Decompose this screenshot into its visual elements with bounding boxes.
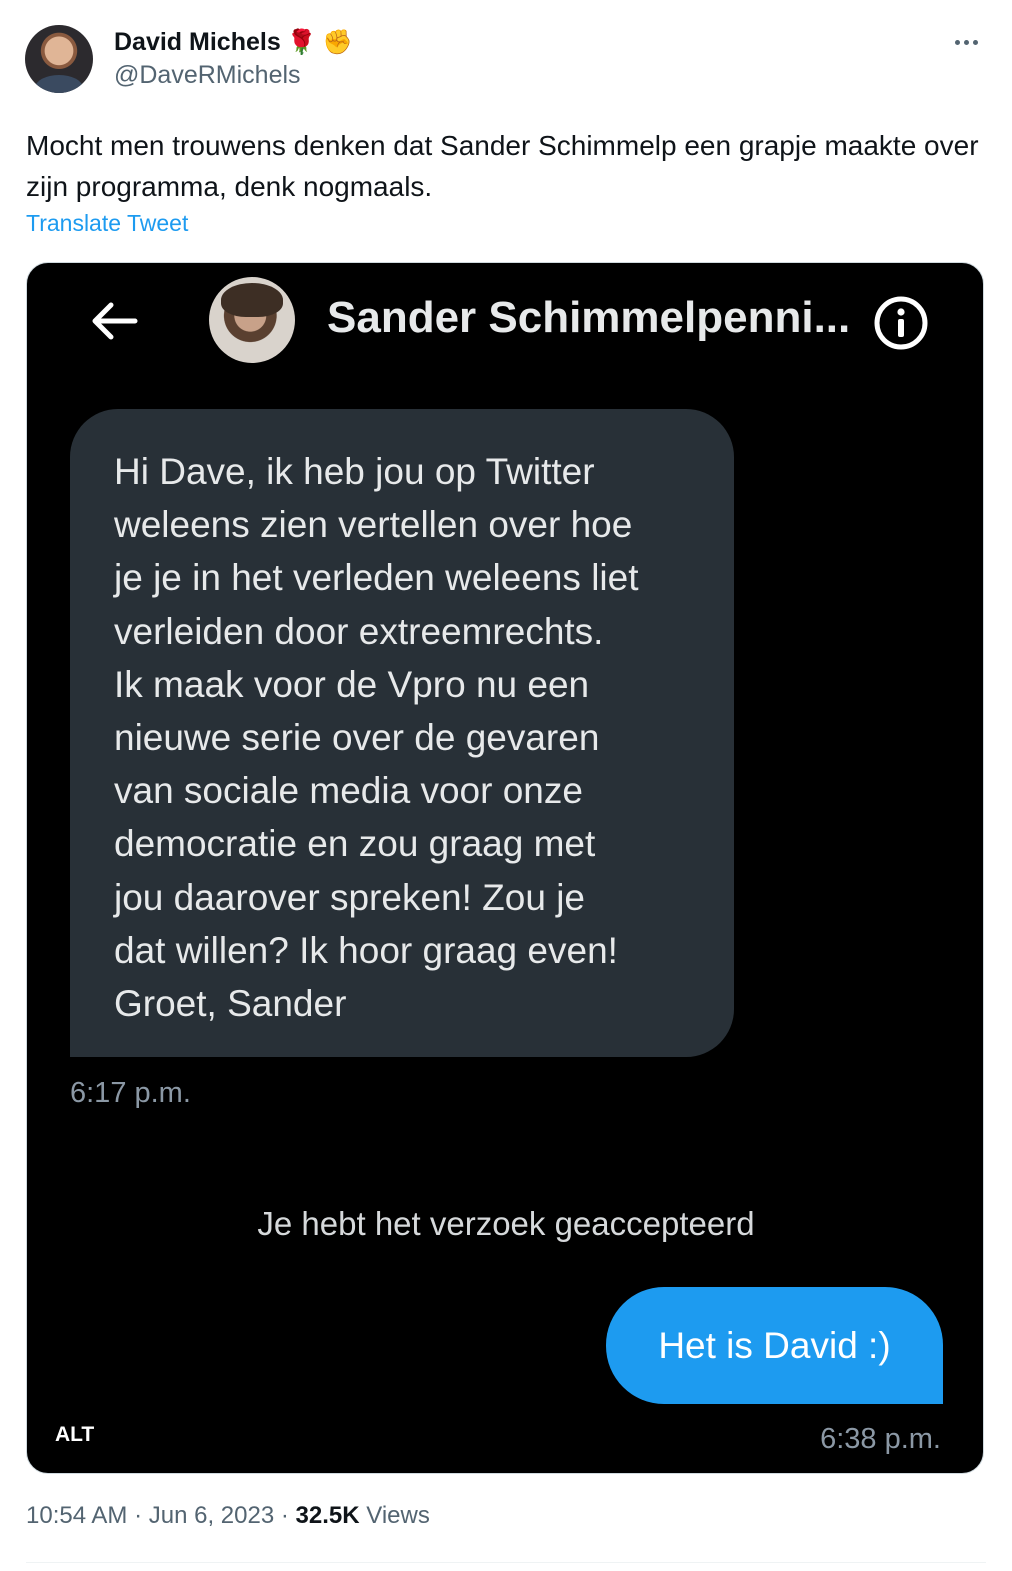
author-avatar[interactable] — [25, 25, 93, 93]
tweet-time[interactable]: 10:54 AM — [26, 1502, 127, 1529]
author-display-name[interactable]: David Michels — [114, 28, 281, 57]
meta-separator: · — [280, 1502, 289, 1529]
request-accepted-notice: Je hebt het verzoek geaccepteerd — [257, 1205, 755, 1242]
author-handle[interactable]: @DaveRMichels — [114, 61, 301, 90]
tweet-text: Mocht men trouwens denken dat Sander Sch… — [26, 130, 979, 202]
tweet-date[interactable]: Jun 6, 2023 — [149, 1502, 274, 1529]
dm-contact-name: Sander Schimmelpenni... — [327, 293, 851, 342]
tweet-meta: 10:54 AM · Jun 6, 2023 · 32.5K Views — [26, 1502, 430, 1530]
raised-fist-emoji-icon: ✊ — [322, 28, 353, 56]
tweet: David Michels 🌹 ✊ @DaveRMichels Mocht me… — [0, 0, 1012, 1571]
info-icon — [874, 296, 928, 350]
rose-emoji-icon: 🌹 — [286, 28, 317, 56]
tweet-media-image[interactable]: Sander Schimmelpenni... Hi Dave, ik heb … — [26, 262, 984, 1474]
translate-tweet-link[interactable]: Translate Tweet — [26, 210, 188, 237]
more-options-icon[interactable] — [950, 28, 982, 56]
views-label: Views — [366, 1502, 430, 1529]
meta-separator: · — [134, 1502, 143, 1529]
outgoing-message-time: 6:38 p.m. — [820, 1423, 941, 1455]
divider — [26, 1562, 986, 1563]
avatar-shirt — [35, 75, 83, 93]
outgoing-message-bubble: Het is David :) — [606, 1287, 943, 1404]
avatar-hair — [221, 283, 283, 317]
alt-text-badge[interactable]: ALT — [47, 1419, 102, 1451]
author-name-row[interactable]: David Michels 🌹 ✊ — [114, 26, 353, 58]
incoming-message-text: Hi Dave, ik heb jou op Twitter weleens z… — [114, 451, 639, 1025]
views-count: 32.5K — [295, 1502, 360, 1529]
back-arrow-icon — [92, 302, 138, 340]
incoming-message-time: 6:17 p.m. — [70, 1077, 191, 1109]
dm-contact-avatar — [209, 277, 295, 363]
incoming-message-bubble: Hi Dave, ik heb jou op Twitter weleens z… — [70, 409, 734, 1057]
